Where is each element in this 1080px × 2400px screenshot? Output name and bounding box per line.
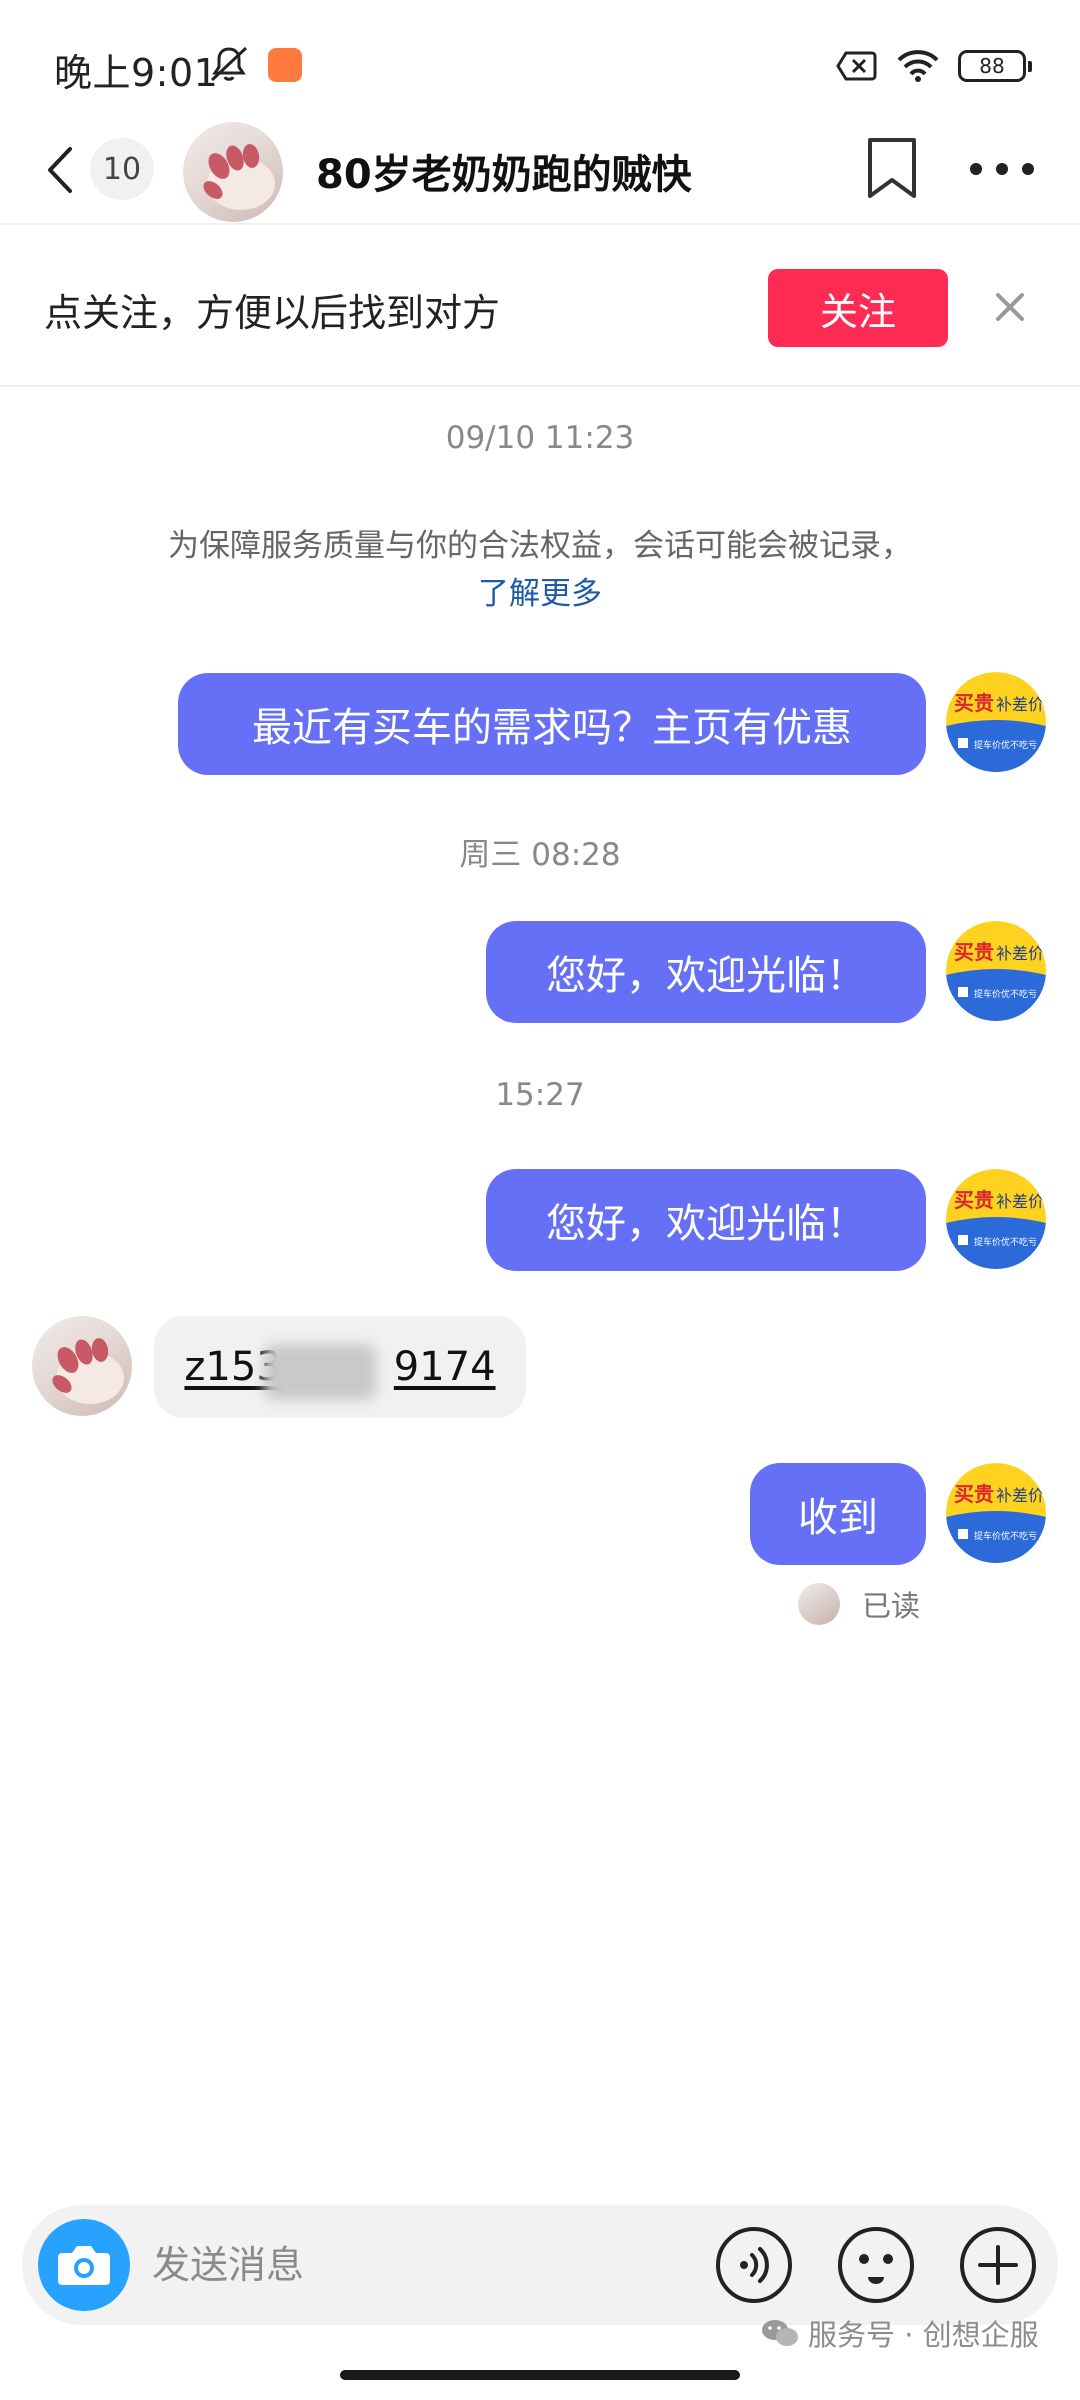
message-bubble-outgoing[interactable]: 最近有买车的需求吗？主页有优惠 [178, 673, 926, 775]
contact-avatar[interactable] [183, 122, 283, 222]
bookmark-icon [868, 138, 916, 198]
message-bubble-outgoing[interactable]: 您好，欢迎光临！ [486, 1169, 926, 1271]
wifi-icon [897, 50, 939, 82]
chat-header: 10 80岁老奶奶跑的贼快 [0, 120, 1080, 225]
emoji-icon [838, 2227, 914, 2303]
hand-photo [52, 1338, 124, 1404]
status-bar: 晚上9:01 88 [0, 0, 1080, 120]
my-avatar[interactable]: 买贵 补差价 提车价优不吃亏 [946, 1169, 1046, 1269]
reader-avatar [798, 1583, 840, 1625]
app-notification-icon [268, 48, 302, 82]
message-bubble-incoming[interactable]: z153 9174 [154, 1316, 526, 1418]
status-time: 晚上9:01 [54, 51, 219, 95]
back-button[interactable] [44, 140, 84, 200]
badge-subtext: 提车价优不吃亏 [974, 1530, 1037, 1542]
message-bubble-outgoing[interactable]: 收到 [750, 1463, 926, 1565]
chat-timestamp: 09/10 11:23 [445, 420, 635, 456]
shop-logo: 买贵 补差价 提车价优不吃亏 [946, 672, 1046, 772]
chat-timestamp: 周三 08:28 [459, 837, 621, 873]
more-actions-button[interactable] [958, 2225, 1038, 2305]
shop-logo: 买贵 补差价 提车价优不吃亏 [946, 1463, 1046, 1563]
sim-status-icon [836, 51, 877, 81]
camera-button[interactable] [38, 2219, 130, 2311]
phone-suffix: 9174 [393, 1344, 496, 1390]
plus-icon [960, 2227, 1036, 2303]
bookmark-button[interactable] [862, 136, 922, 202]
message-input-bar [22, 2205, 1058, 2325]
notice-text: 为保障服务质量与你的合法权益，会话可能会被记录， [168, 528, 912, 564]
badge-text: 买贵 [954, 1482, 994, 1506]
read-label: 已读 [862, 1589, 921, 1623]
shop-logo: 买贵 补差价 提车价优不吃亏 [946, 921, 1046, 1021]
dot [996, 163, 1008, 175]
more-dots-icon[interactable] [970, 156, 1034, 182]
watermark: 服务号 · 创想企服 [760, 2312, 1039, 2354]
back-arrow-icon [48, 147, 72, 193]
home-indicator[interactable] [340, 2370, 740, 2380]
privacy-notice: 为保障服务质量与你的合法权益，会话可能会被记录， 了解更多 [0, 522, 1080, 618]
badge-tag: 补差价 [996, 944, 1044, 963]
follow-button[interactable]: 关注 [768, 269, 948, 347]
message-bubble-outgoing[interactable]: 您好，欢迎光临！ [486, 921, 926, 1023]
phone-number-text[interactable]: z153 9174 [184, 1344, 496, 1400]
close-follow-bar-button[interactable] [990, 287, 1030, 327]
wechat-icon [762, 2320, 798, 2346]
badge-text: 买贵 [954, 940, 994, 964]
dot [970, 163, 982, 175]
hand-photo [203, 144, 275, 210]
dot [1022, 163, 1034, 175]
my-avatar[interactable]: 买贵 补差价 提车价优不吃亏 [946, 921, 1046, 1021]
follow-bar: 点关注，方便以后找到对方 关注 [0, 227, 1080, 387]
chat-timestamp: 15:27 [495, 1077, 585, 1113]
watermark-text: 服务号 · 创想企服 [808, 2318, 1039, 2352]
badge-tag: 补差价 [996, 1192, 1044, 1211]
unread-count-badge[interactable]: 10 [90, 138, 154, 200]
badge-tag: 补差价 [996, 1486, 1044, 1505]
shop-logo: 买贵 补差价 提车价优不吃亏 [946, 1169, 1046, 1269]
voice-button[interactable] [714, 2225, 794, 2305]
badge-text: 买贵 [954, 1188, 994, 1212]
badge-text: 买贵 [954, 691, 994, 715]
contact-name: 80岁老奶奶跑的贼快 [316, 152, 692, 198]
badge-subtext: 提车价优不吃亏 [974, 739, 1037, 751]
mute-icon [210, 46, 248, 82]
message-input[interactable] [152, 2235, 692, 2295]
read-receipt: 已读 [798, 1582, 920, 1626]
badge-tag: 补差价 [996, 695, 1044, 714]
my-avatar[interactable]: 买贵 补差价 提车价优不吃亏 [946, 1463, 1046, 1563]
redaction-blur [264, 1344, 377, 1400]
close-icon [996, 293, 1024, 321]
contact-avatar-small[interactable] [32, 1316, 132, 1416]
status-right-group: 88 [836, 46, 1032, 86]
emoji-button[interactable] [836, 2225, 916, 2305]
badge-subtext: 提车价优不吃亏 [974, 1236, 1037, 1248]
badge-subtext: 提车价优不吃亏 [974, 988, 1037, 1000]
voice-icon [716, 2227, 792, 2303]
battery-indicator: 88 [958, 50, 1032, 82]
follow-tip: 点关注，方便以后找到对方 [44, 291, 501, 335]
learn-more-link[interactable]: 了解更多 [0, 570, 1080, 618]
my-avatar[interactable]: 买贵 补差价 提车价优不吃亏 [946, 672, 1046, 772]
camera-icon [58, 2246, 110, 2285]
